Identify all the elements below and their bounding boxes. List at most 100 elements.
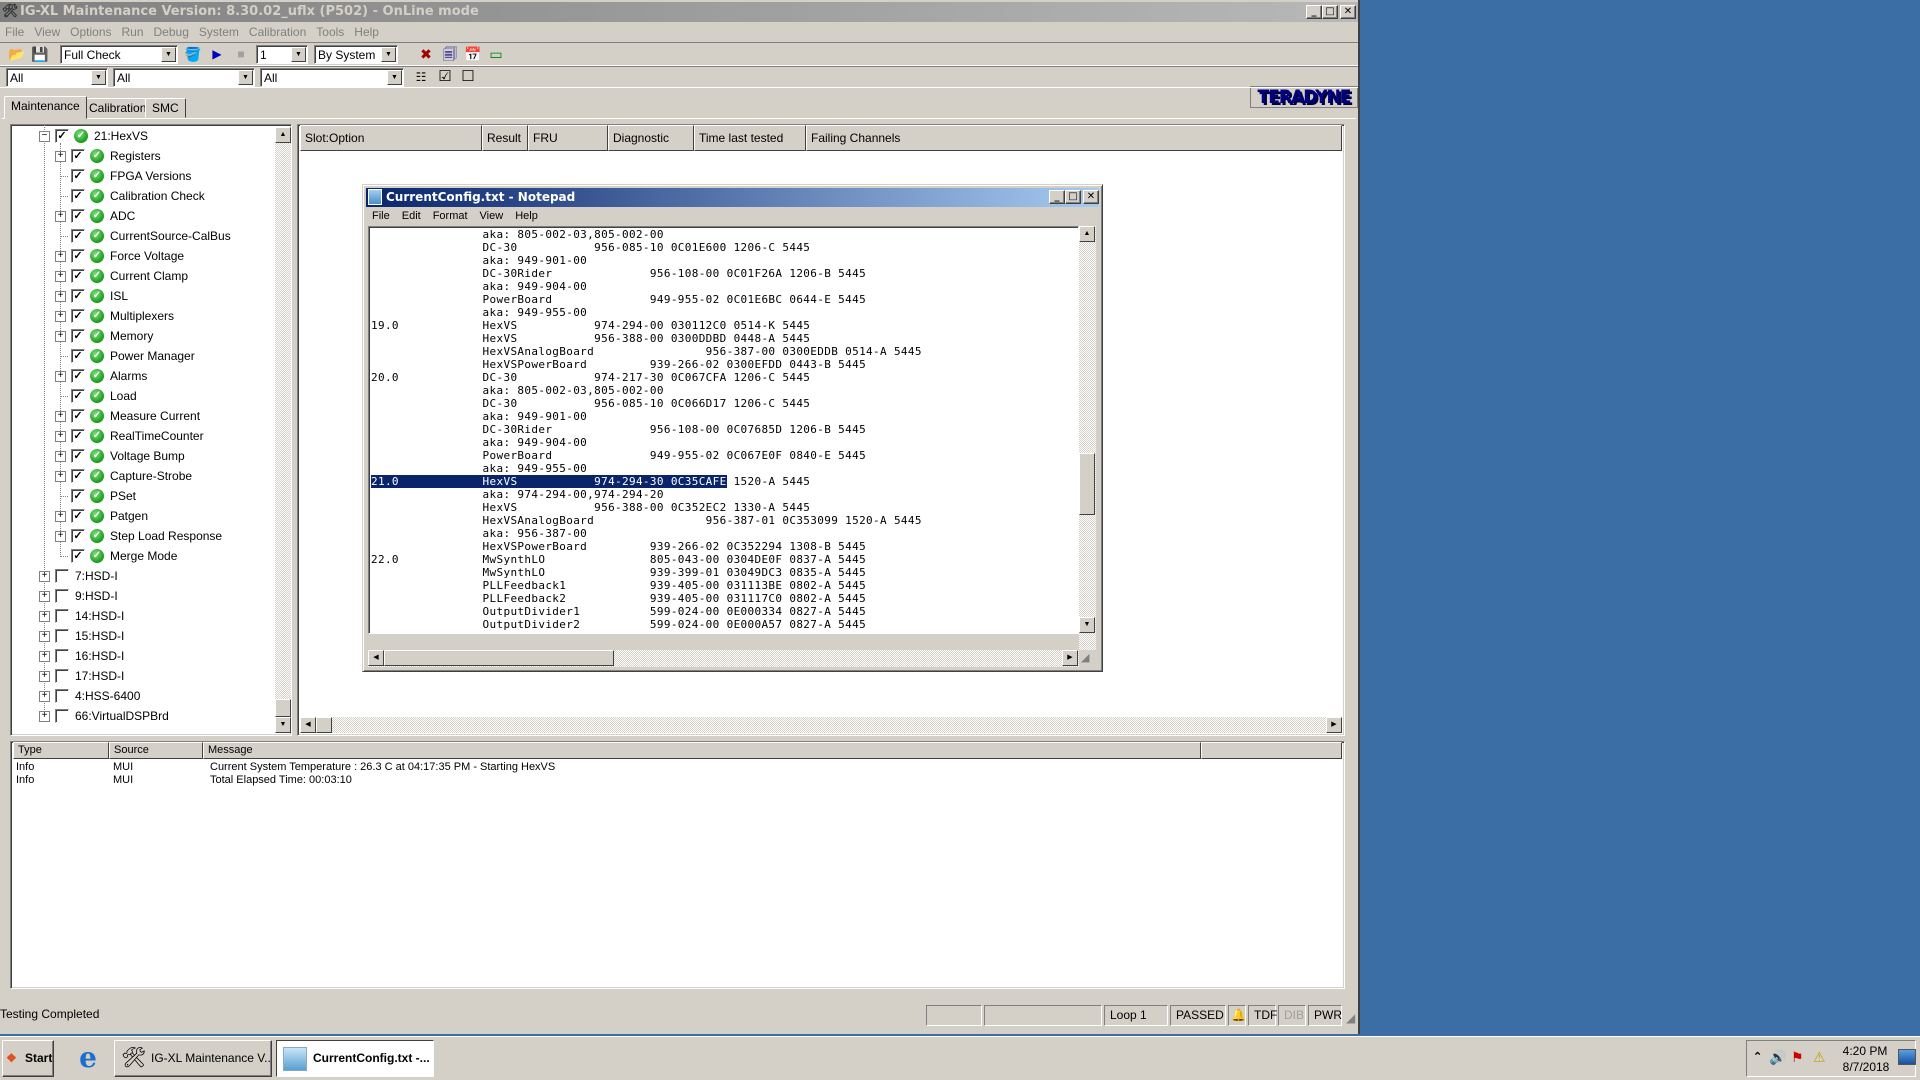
menu-options[interactable]: Options bbox=[65, 23, 116, 41]
checkbox-checked[interactable]: ✓ bbox=[71, 369, 85, 383]
status-tdf[interactable]: TDF bbox=[1248, 1005, 1277, 1026]
scroll-up-button[interactable]: ▲ bbox=[275, 127, 291, 143]
scroll-right-button[interactable]: ▶ bbox=[1062, 650, 1078, 666]
scroll-down-button[interactable]: ▼ bbox=[275, 717, 291, 733]
checkbox-checked[interactable]: ✓ bbox=[55, 129, 69, 143]
show-hidden-icons-icon[interactable]: ⌃ bbox=[1753, 1050, 1762, 1063]
expand-icon[interactable]: + bbox=[55, 411, 66, 422]
menu-debug[interactable]: Debug bbox=[149, 23, 194, 41]
log-col-extra[interactable] bbox=[1201, 742, 1342, 759]
chevron-down-icon[interactable]: ▼ bbox=[381, 47, 396, 62]
checkbox-unchecked[interactable] bbox=[55, 649, 69, 663]
checkbox-checked[interactable]: ✓ bbox=[71, 149, 85, 163]
scroll-left-button[interactable]: ◀ bbox=[300, 717, 316, 733]
checkbox-checked[interactable]: ✓ bbox=[71, 469, 85, 483]
expand-icon[interactable]: + bbox=[39, 651, 50, 662]
scroll-down-button[interactable]: ▼ bbox=[1079, 617, 1095, 633]
menu-view[interactable]: View bbox=[29, 23, 65, 41]
checkbox-checked[interactable]: ✓ bbox=[71, 189, 85, 203]
clock-date[interactable]: 8/7/2018 bbox=[1835, 1060, 1897, 1074]
resize-grip-icon[interactable]: ◢ bbox=[1081, 651, 1089, 664]
expand-icon[interactable]: + bbox=[39, 611, 50, 622]
stop-icon[interactable]: ■ bbox=[232, 45, 250, 63]
expand-icon[interactable]: + bbox=[55, 311, 66, 322]
checkbox-checked[interactable]: ✓ bbox=[71, 309, 85, 323]
checkbox-checked[interactable]: ✓ bbox=[71, 549, 85, 563]
notepad-title-bar[interactable]: CurrentConfig.txt - Notepad _ □ ✕ bbox=[366, 188, 1099, 207]
checkbox-checked[interactable]: ✓ bbox=[71, 229, 85, 243]
notepad-menu-help[interactable]: Help bbox=[509, 207, 544, 225]
tab-smc[interactable]: SMC bbox=[145, 98, 186, 118]
log-col-source[interactable]: Source bbox=[109, 742, 203, 759]
checkbox-unchecked[interactable] bbox=[55, 589, 69, 603]
board-disable-icon[interactable]: ✖ bbox=[417, 45, 435, 63]
checkbox-checked[interactable]: ✓ bbox=[71, 449, 85, 463]
checkbox-unchecked[interactable] bbox=[55, 689, 69, 703]
checkbox-checked[interactable]: ✓ bbox=[71, 169, 85, 183]
checkbox-checked[interactable]: ✓ bbox=[71, 209, 85, 223]
notepad-close-button[interactable]: ✕ bbox=[1083, 190, 1099, 204]
log-col-message[interactable]: Message bbox=[203, 742, 1201, 759]
checkbox-checked[interactable]: ✓ bbox=[71, 529, 85, 543]
expand-icon[interactable]: + bbox=[39, 631, 50, 642]
test-type-combo[interactable]: Full Check ▼ bbox=[60, 45, 178, 64]
chevron-down-icon[interactable]: ▼ bbox=[238, 70, 253, 85]
expand-icon[interactable]: + bbox=[55, 371, 66, 382]
circuit-board-icon[interactable]: ▭ bbox=[487, 45, 505, 63]
expand-icon[interactable]: + bbox=[55, 211, 66, 222]
col-result[interactable]: Result bbox=[482, 125, 528, 151]
expand-icon[interactable]: + bbox=[39, 691, 50, 702]
tab-maintenance[interactable]: Maintenance bbox=[4, 96, 87, 119]
show-desktop-icon[interactable] bbox=[1898, 1049, 1916, 1065]
notepad-menu-file[interactable]: File bbox=[366, 207, 396, 225]
menu-tools[interactable]: Tools bbox=[311, 23, 349, 41]
expand-icon[interactable]: + bbox=[55, 291, 66, 302]
checkbox-checked[interactable]: ✓ bbox=[71, 409, 85, 423]
expand-icon[interactable]: + bbox=[55, 431, 66, 442]
checkbox-checked[interactable]: ✓ bbox=[71, 349, 85, 363]
scroll-right-button[interactable]: ▶ bbox=[1326, 717, 1342, 733]
expand-icon[interactable]: + bbox=[55, 271, 66, 282]
notepad-menu-format[interactable]: Format bbox=[427, 207, 474, 225]
expand-icon[interactable]: + bbox=[55, 471, 66, 482]
tab-calibration[interactable]: Calibration bbox=[82, 98, 154, 118]
notepad-vscrollbar[interactable]: ▲ ▼ bbox=[1079, 226, 1096, 650]
run-mode-combo[interactable]: By System ▼ bbox=[314, 45, 398, 64]
checkbox-unchecked[interactable] bbox=[55, 629, 69, 643]
menu-calibration[interactable]: Calibration bbox=[244, 23, 311, 41]
expand-icon[interactable]: + bbox=[55, 331, 66, 342]
chevron-down-icon[interactable]: ▼ bbox=[387, 70, 402, 85]
volume-icon[interactable]: 🔊 bbox=[1769, 1049, 1786, 1066]
menu-system[interactable]: System bbox=[194, 23, 244, 41]
menu-run[interactable]: Run bbox=[117, 23, 149, 41]
internet-explorer-icon[interactable]: e bbox=[72, 1043, 104, 1075]
col-time-last-tested[interactable]: Time last tested bbox=[694, 125, 806, 151]
selected-text[interactable]: 21.0 HexVS 974-294-30 0C35CAFE bbox=[371, 475, 727, 488]
status-pwr[interactable]: PWR bbox=[1308, 1005, 1342, 1026]
close-button[interactable]: ✕ bbox=[1340, 5, 1356, 19]
checkbox-checked[interactable]: ✓ bbox=[71, 489, 85, 503]
action-center-flag-icon[interactable]: ⚑ bbox=[1791, 1049, 1804, 1066]
clock-time[interactable]: 4:20 PM bbox=[1839, 1044, 1891, 1058]
checkbox-checked[interactable]: ✓ bbox=[71, 429, 85, 443]
notepad-maximize-button[interactable]: □ bbox=[1065, 190, 1081, 204]
scroll-up-button[interactable]: ▲ bbox=[1079, 226, 1095, 242]
tree-list-icon[interactable]: ☷ bbox=[412, 68, 430, 86]
checkbox-checked[interactable]: ✓ bbox=[71, 249, 85, 263]
taskbar-igxl-button[interactable]: 🛠 IG-XL Maintenance V... bbox=[114, 1040, 272, 1077]
check-all-icon[interactable]: ☑ bbox=[436, 68, 454, 86]
menu-file[interactable]: File bbox=[0, 23, 29, 41]
col-fru[interactable]: FRU bbox=[528, 125, 608, 151]
bell-icon[interactable]: 🔔 bbox=[1228, 1005, 1246, 1026]
filter-combo-3[interactable]: All ▼ bbox=[260, 68, 404, 87]
notepad-minimize-button[interactable]: _ bbox=[1049, 190, 1065, 204]
expand-icon[interactable]: + bbox=[55, 451, 66, 462]
resize-grip-icon[interactable]: ◢ bbox=[1346, 1011, 1355, 1025]
checkbox-checked[interactable]: ✓ bbox=[71, 289, 85, 303]
filter-combo-1[interactable]: All ▼ bbox=[6, 68, 108, 87]
scroll-left-button[interactable]: ◀ bbox=[368, 650, 384, 666]
col-slot-option[interactable]: Slot:Option bbox=[300, 125, 482, 151]
copy-documents-icon[interactable]: 🗐 bbox=[441, 45, 459, 63]
expand-icon[interactable]: + bbox=[55, 531, 66, 542]
expand-icon[interactable]: + bbox=[39, 571, 50, 582]
